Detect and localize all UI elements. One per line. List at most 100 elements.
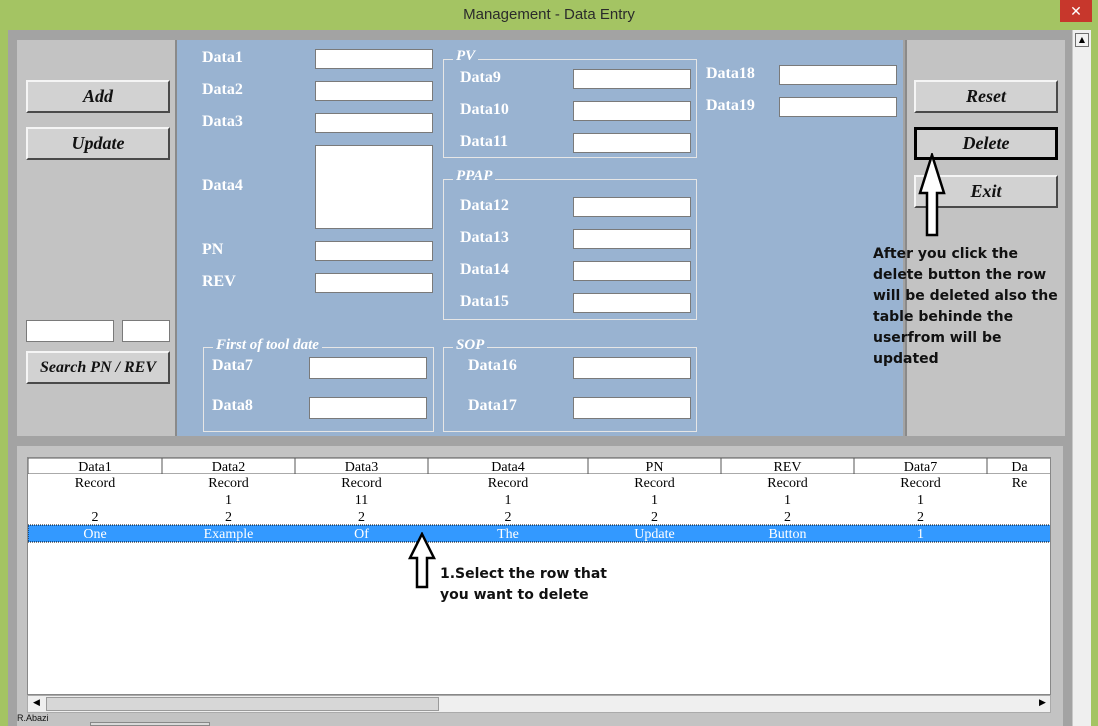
delete-note-line: table behinde the	[873, 309, 1014, 325]
data7-field[interactable]	[309, 357, 427, 379]
table-cell: Example	[204, 527, 254, 542]
vertical-scrollbar[interactable]	[1072, 30, 1091, 726]
column-header-label: Data2	[212, 460, 245, 475]
table-cell: 2	[651, 510, 658, 525]
data4-label: Data4	[202, 177, 243, 194]
data13-label: Data13	[460, 229, 509, 246]
data15-field[interactable]	[573, 293, 691, 313]
data16-field[interactable]	[573, 357, 691, 379]
data10-field[interactable]	[573, 101, 691, 121]
data2-label: Data2	[202, 81, 243, 98]
table-cell: 2	[505, 510, 512, 525]
table-cell: 11	[355, 493, 368, 508]
data16-label: Data16	[468, 357, 517, 374]
select-annotation: 1.Select the row that you want to delete	[440, 564, 607, 606]
table-cell: Button	[768, 527, 806, 542]
rev-field[interactable]	[315, 273, 433, 293]
add-button[interactable]: Add	[26, 80, 170, 113]
data18-label: Data18	[706, 65, 755, 82]
table-cell: Update	[634, 527, 674, 542]
data12-field[interactable]	[573, 197, 691, 217]
column-header-label: PN	[646, 460, 664, 475]
data17-field[interactable]	[573, 397, 691, 419]
table-cell: Record	[208, 476, 248, 491]
author-label: R.Abazi	[17, 713, 49, 723]
table-cell: Of	[354, 527, 369, 542]
pn-label: PN	[202, 241, 224, 258]
search-pn-rev-button[interactable]: Search PN / REV	[26, 351, 170, 384]
data4-textarea[interactable]	[315, 145, 433, 229]
column-header-label: Data1	[78, 460, 111, 475]
arrow-up-icon	[918, 153, 946, 237]
data12-label: Data12	[460, 197, 509, 214]
table-cell: 1	[225, 493, 232, 508]
table-cell: Record	[75, 476, 115, 491]
table-cell: 1	[505, 493, 512, 508]
pn-field[interactable]	[315, 241, 433, 261]
table-cell: The	[497, 527, 519, 542]
search-rev-input[interactable]	[122, 320, 170, 342]
status-bar	[90, 722, 210, 726]
scroll-up-icon[interactable]: ▲	[1075, 33, 1089, 47]
delete-note-line: After you click the	[873, 246, 1019, 262]
column-header-label: Data3	[345, 460, 378, 475]
horizontal-scroll-thumb[interactable]	[46, 697, 439, 711]
table-cell: 2	[784, 510, 791, 525]
data11-field[interactable]	[573, 133, 691, 153]
table-row-selected[interactable]	[28, 524, 1051, 543]
table-cell: 1	[917, 493, 924, 508]
delete-note-line: will be deleted also the	[873, 288, 1058, 304]
data3-label: Data3	[202, 113, 243, 130]
table-cell: 1	[784, 493, 791, 508]
data3-field[interactable]	[315, 113, 433, 133]
close-button[interactable]: ✕	[1060, 0, 1092, 22]
table-cell: 1	[651, 493, 658, 508]
data11-label: Data11	[460, 133, 508, 150]
scroll-right-icon[interactable]: ▶	[1039, 698, 1046, 708]
search-pn-input[interactable]	[26, 320, 114, 342]
delete-note-line: userfrom will be	[873, 330, 1002, 346]
first-tool-group-title: First of tool date	[213, 337, 322, 354]
column-header-label: REV	[774, 460, 802, 475]
data7-label: Data7	[212, 357, 253, 374]
data19-field[interactable]	[779, 97, 897, 117]
data14-field[interactable]	[573, 261, 691, 281]
data14-label: Data14	[460, 261, 509, 278]
data9-field[interactable]	[573, 69, 691, 89]
scroll-left-icon[interactable]: ◀	[33, 698, 40, 708]
column-header-label: Da	[1011, 460, 1028, 475]
data17-label: Data17	[468, 397, 517, 414]
table-row[interactable]	[28, 508, 1051, 525]
window-title: Management - Data Entry	[463, 6, 635, 23]
sop-group-title: SOP	[453, 337, 488, 354]
data8-field[interactable]	[309, 397, 427, 419]
update-button[interactable]: Update	[26, 127, 170, 160]
table-cell: 2	[225, 510, 232, 525]
delete-note-line: updated	[873, 351, 939, 367]
data13-field[interactable]	[573, 229, 691, 249]
table-cell: Re	[1012, 476, 1028, 491]
table-row[interactable]	[28, 491, 1051, 508]
data18-field[interactable]	[779, 65, 897, 85]
data2-field[interactable]	[315, 81, 433, 101]
select-note-line: you want to delete	[440, 587, 589, 603]
data1-field[interactable]	[315, 49, 433, 69]
table-cell: Record	[341, 476, 381, 491]
column-header-label: Data7	[904, 460, 937, 475]
table-cell: Record	[488, 476, 528, 491]
column-header-label: Data4	[491, 460, 524, 475]
table-cell: Record	[900, 476, 940, 491]
arrow-up-icon	[407, 532, 437, 589]
reset-button[interactable]: Reset	[914, 80, 1058, 113]
table-row[interactable]	[28, 474, 1051, 491]
ppap-group-title: PPAP	[453, 168, 496, 185]
table-cell: One	[83, 527, 106, 542]
data15-label: Data15	[460, 293, 509, 310]
table-cell: Record	[634, 476, 674, 491]
select-note-line: 1.Select the row that	[440, 566, 607, 582]
delete-note-line: delete button the row	[873, 267, 1047, 283]
data1-label: Data1	[202, 49, 243, 66]
rev-label: REV	[202, 273, 236, 290]
data19-label: Data19	[706, 97, 755, 114]
data8-label: Data8	[212, 397, 253, 414]
